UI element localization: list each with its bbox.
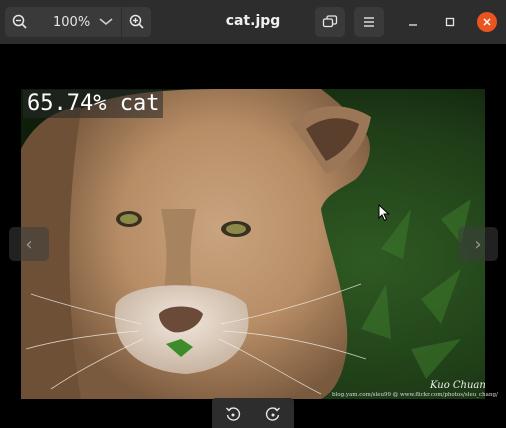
rotate-toolbar xyxy=(212,398,294,428)
menu-button[interactable] xyxy=(354,7,384,37)
gallery-icon xyxy=(322,15,338,28)
rotate-left-icon xyxy=(226,407,241,421)
previous-image-button[interactable]: ‹ xyxy=(9,227,49,261)
zoom-level: 100% xyxy=(53,14,91,30)
rotate-right-button[interactable] xyxy=(260,403,286,425)
hamburger-menu-icon xyxy=(364,17,374,27)
zoom-out-icon xyxy=(12,14,27,29)
maximize-button[interactable] xyxy=(440,12,460,32)
next-image-button[interactable]: › xyxy=(458,227,498,261)
photo-cat xyxy=(21,89,485,399)
titlebar: 100% cat.jpg xyxy=(0,0,506,44)
chevron-left-icon: ‹ xyxy=(25,233,33,255)
maximize-icon xyxy=(445,17,455,27)
cougar-photo xyxy=(21,89,485,399)
zoom-control: 100% xyxy=(5,7,151,37)
zoom-in-button[interactable] xyxy=(121,7,152,37)
photographer-signature: Kuo Chuan xyxy=(430,380,486,391)
minimize-button[interactable] xyxy=(403,12,423,32)
chevron-right-icon: › xyxy=(474,233,482,255)
zoom-level-dropdown[interactable]: 100% xyxy=(37,7,119,37)
photo-credit: blog.yam.com/sleu99 @ www.flickr.com/pho… xyxy=(332,392,498,398)
zoom-out-button[interactable] xyxy=(5,7,35,37)
zoom-in-icon xyxy=(129,14,144,29)
rotate-right-icon xyxy=(265,407,280,421)
classification-label: 65.74% cat xyxy=(23,90,164,118)
rotate-left-button[interactable] xyxy=(220,403,246,425)
close-icon xyxy=(483,18,491,26)
mouse-pointer-icon xyxy=(378,203,390,226)
chevron-down-icon xyxy=(99,18,113,25)
minimize-icon xyxy=(409,24,417,26)
close-button[interactable] xyxy=(477,12,497,32)
gallery-button[interactable] xyxy=(315,7,345,37)
